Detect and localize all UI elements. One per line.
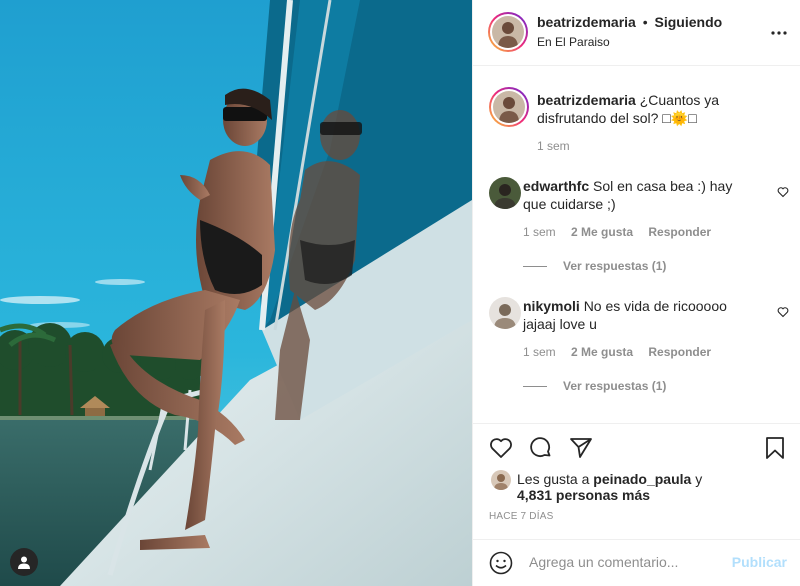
post-image [0,0,472,586]
header-user-line: beatrizdemaria • Siguiendo [537,14,722,30]
post-location[interactable]: En El Paraiso [537,35,610,49]
view-replies-button[interactable]: Ver respuestas (1) [523,259,666,273]
comment-item: nikymoli No es vida de ricooooo jajaaj l… [489,297,789,397]
comment-time[interactable]: 1 sem [523,345,556,359]
comment-text-block: edwarthfc Sol en casa bea :) hay que cui… [523,177,743,213]
share-icon[interactable] [569,436,593,463]
liker-avatar[interactable] [491,470,511,490]
liker-avatar-image [491,470,511,490]
post-date[interactable]: HACE 7 DÍAS [489,511,553,522]
caption-avatar-image [493,91,525,123]
post-header: beatrizdemaria • Siguiendo En El Paraiso [473,0,800,66]
caption: beatrizdemaria ¿Cuantos ya disfrutando d… [489,87,789,157]
view-replies-button[interactable]: Ver respuestas (1) [523,379,666,393]
reply-button[interactable]: Responder [648,225,711,239]
comment-input[interactable] [529,550,719,574]
replies-divider [523,386,547,388]
heart-icon[interactable] [489,436,513,463]
post-side-panel: beatrizdemaria • Siguiendo En El Paraiso [472,0,800,586]
comment-meta: 1 sem 2 Me gusta Responder [523,345,723,359]
replies-divider [523,266,547,268]
comment-like-icon[interactable] [777,185,789,201]
likes-count-button[interactable]: 4,831 personas más [517,487,650,503]
add-comment-bar: Publicar [473,539,800,586]
comment-icon[interactable] [529,436,553,463]
tagged-people-button[interactable] [10,548,38,576]
liker-username[interactable]: peinado_paula [593,471,691,487]
view-replies-label: Ver respuestas (1) [563,259,667,273]
author-avatar-image [492,16,524,48]
comment-meta: 1 sem 2 Me gusta Responder [523,225,723,239]
header-separator: • [642,14,648,30]
author-avatar[interactable] [488,12,528,52]
reply-button[interactable]: Responder [648,345,711,359]
comment-like-icon[interactable] [777,305,789,321]
follow-status-button[interactable]: Siguiendo [655,14,723,30]
comment-username[interactable]: edwarthfc [523,178,589,194]
commenter-avatar-image [489,297,521,329]
comment-item: edwarthfc Sol en casa bea :) hay que cui… [489,177,789,277]
caption-avatar[interactable] [489,87,529,127]
likes-suffix: y [691,471,703,487]
post-photo[interactable] [0,0,472,586]
post-modal: beatrizdemaria • Siguiendo En El Paraiso [0,0,800,586]
publish-button[interactable]: Publicar [732,554,787,570]
likes-prefix: Les gusta a [517,471,594,487]
caption-time[interactable]: 1 sem [537,139,570,153]
likes-summary: Les gusta a peinado_paula y [517,470,702,488]
comment-likes[interactable]: 2 Me gusta [571,225,633,239]
comment-likes[interactable]: 2 Me gusta [571,345,633,359]
person-tag-icon [18,556,30,569]
commenter-avatar-image [489,177,521,209]
caption-meta: 1 sem [537,139,582,153]
comment-text-block: nikymoli No es vida de ricooooo jajaaj l… [523,297,743,333]
post-actions: Les gusta a peinado_paula y 4,831 person… [473,423,800,539]
comments-list[interactable]: beatrizdemaria ¿Cuantos ya disfrutando d… [473,67,800,423]
more-options-icon[interactable] [771,22,787,36]
emoji-icon[interactable] [489,551,513,578]
commenter-avatar[interactable] [489,177,521,209]
author-username[interactable]: beatrizdemaria [537,14,636,30]
bookmark-icon[interactable] [763,436,787,463]
caption-username[interactable]: beatrizdemaria [537,92,636,108]
comment-username[interactable]: nikymoli [523,298,580,314]
caption-text-block: beatrizdemaria ¿Cuantos ya disfrutando d… [537,91,769,127]
comment-time[interactable]: 1 sem [523,225,556,239]
view-replies-label: Ver respuestas (1) [563,379,667,393]
commenter-avatar[interactable] [489,297,521,329]
